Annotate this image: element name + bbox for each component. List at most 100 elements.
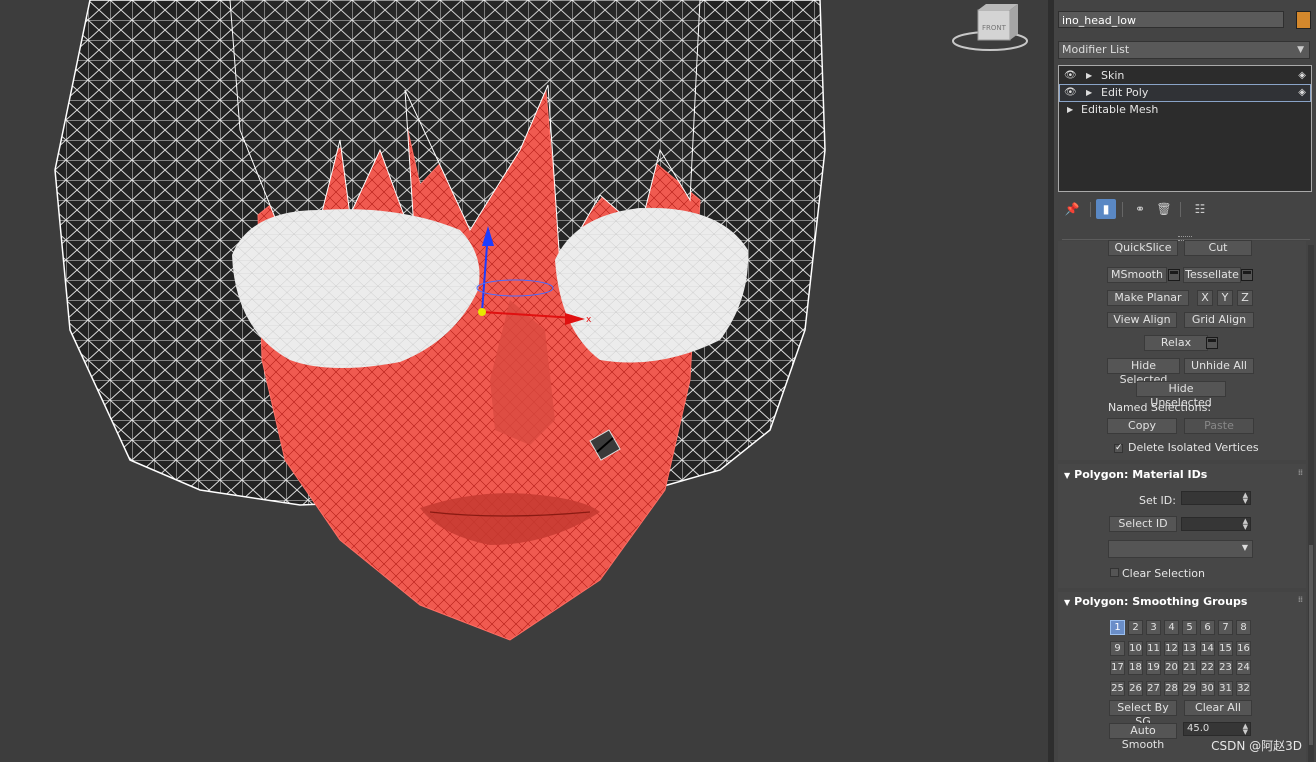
smoothing-group-button[interactable]: 4 — [1164, 620, 1179, 635]
drag-handle-icon[interactable]: ⁞⁞ — [1298, 464, 1303, 482]
show-end-result-icon[interactable]: ▮ — [1096, 199, 1116, 219]
viewcube[interactable]: FRONT — [952, 4, 1028, 51]
relax-button[interactable]: Relax — [1144, 335, 1208, 351]
smoothing-group-button[interactable]: 20 — [1164, 660, 1179, 675]
material-name-dropdown[interactable]: ▼ — [1108, 540, 1253, 558]
material-ids-header[interactable]: ▼ Polygon: Material IDs ⁞⁞ — [1058, 466, 1306, 484]
stack-item-label: Editable Mesh — [1081, 103, 1159, 116]
smoothing-group-button[interactable]: 22 — [1200, 660, 1215, 675]
smoothing-group-button[interactable]: 3 — [1146, 620, 1161, 635]
smoothing-group-button[interactable]: 26 — [1128, 681, 1143, 696]
object-name-field[interactable]: ino_head_low — [1058, 11, 1284, 28]
collapse-triangle-icon: ▼ — [1064, 471, 1071, 480]
smoothing-group-button[interactable]: 14 — [1200, 641, 1215, 656]
smoothing-group-button[interactable]: 2 — [1128, 620, 1143, 635]
stack-item-editable-mesh[interactable]: ▶ Editable Mesh — [1060, 102, 1310, 118]
auto-smooth-threshold-spinner[interactable]: 45.0 ▲ ▼ — [1183, 722, 1251, 736]
chevron-down-icon: ▼ — [1297, 45, 1304, 55]
select-by-sg-button[interactable]: Select By SG — [1109, 700, 1177, 728]
smoothing-group-button[interactable]: 28 — [1164, 681, 1179, 696]
spinner-arrows-icon[interactable]: ▲ ▼ — [1243, 518, 1248, 531]
smoothing-group-button[interactable]: 7 — [1218, 620, 1233, 635]
smoothing-group-button[interactable]: 30 — [1200, 681, 1215, 696]
relax-settings-icon[interactable] — [1206, 337, 1218, 349]
expand-triangle-icon[interactable]: ▶ — [1086, 85, 1092, 101]
planar-y-button[interactable]: Y — [1217, 290, 1233, 306]
spinner-arrows-icon[interactable]: ▲ ▼ — [1243, 492, 1248, 505]
pin-stack-icon[interactable]: 📌 — [1062, 199, 1082, 219]
copy-button[interactable]: Copy — [1107, 418, 1177, 434]
smoothing-group-button[interactable]: 6 — [1200, 620, 1215, 635]
cut-button[interactable]: Cut — [1184, 240, 1252, 256]
smoothing-group-button[interactable]: 8 — [1236, 620, 1251, 635]
smoothing-group-button[interactable]: 31 — [1218, 681, 1233, 696]
smoothing-group-button[interactable]: 29 — [1182, 681, 1197, 696]
paste-button[interactable]: Paste — [1184, 418, 1254, 434]
smoothing-group-button[interactable]: 27 — [1146, 681, 1161, 696]
scrollbar-thumb[interactable] — [1309, 545, 1313, 745]
make-planar-button[interactable]: Make Planar — [1107, 290, 1189, 306]
smoothing-group-button[interactable]: 25 — [1110, 681, 1125, 696]
smoothing-group-button[interactable]: 32 — [1236, 681, 1251, 696]
delete-isolated-checkbox[interactable]: ✓ — [1114, 444, 1123, 453]
smoothing-group-button[interactable]: 17 — [1110, 660, 1125, 675]
modifier-list-dropdown[interactable]: Modifier List ▼ — [1058, 41, 1310, 59]
stack-item-skin[interactable]: 👁 ▶ Skin ◈ — [1060, 68, 1310, 84]
trash-icon[interactable]: 🗑 — [1154, 199, 1174, 219]
modifier-stack[interactable]: 👁 ▶ Skin ◈ 👁 ▶ Edit Poly ◈ ▶ Editable Me… — [1058, 65, 1312, 192]
view-align-button[interactable]: View Align — [1107, 312, 1177, 328]
msmooth-settings-icon[interactable] — [1168, 269, 1180, 281]
smoothing-group-button[interactable]: 18 — [1128, 660, 1143, 675]
select-id-button[interactable]: Select ID — [1109, 516, 1177, 532]
smoothing-group-button[interactable]: 24 — [1236, 660, 1251, 675]
stack-item-label: Edit Poly — [1101, 86, 1149, 99]
smoothing-group-button[interactable]: 5 — [1182, 620, 1197, 635]
toolbar-divider — [1122, 202, 1123, 217]
select-id-spinner[interactable]: ▲ ▼ — [1181, 517, 1251, 531]
smoothing-group-button[interactable]: 1 — [1110, 620, 1125, 635]
clear-all-button[interactable]: Clear All — [1184, 700, 1252, 716]
drag-handle-icon[interactable]: ⁞⁞ — [1298, 591, 1303, 609]
make-unique-icon[interactable]: ⚭ — [1130, 199, 1150, 219]
smoothing-group-button[interactable]: 12 — [1164, 641, 1179, 656]
tessellate-button[interactable]: Tessellate — [1183, 267, 1241, 283]
smoothing-group-button[interactable]: 23 — [1218, 660, 1233, 675]
smoothing-groups-header[interactable]: ▼ Polygon: Smoothing Groups ⁞⁞ — [1058, 593, 1306, 611]
eye-icon[interactable]: 👁 — [1064, 68, 1078, 84]
eye-icon[interactable]: 👁 — [1064, 85, 1078, 101]
smoothing-group-button[interactable]: 15 — [1218, 641, 1233, 656]
expand-triangle-icon[interactable]: ▶ — [1086, 68, 1092, 84]
spinner-arrows-icon[interactable]: ▲ ▼ — [1243, 723, 1248, 736]
configure-sets-icon[interactable]: ☷ — [1190, 199, 1210, 219]
smoothing-group-button[interactable]: 16 — [1236, 641, 1251, 656]
smoothing-group-button[interactable]: 13 — [1182, 641, 1197, 656]
rollout-title: Polygon: Smoothing Groups — [1074, 595, 1248, 608]
planar-z-button[interactable]: Z — [1237, 290, 1253, 306]
clear-selection-checkbox[interactable] — [1110, 568, 1119, 577]
smoothing-group-button[interactable]: 19 — [1146, 660, 1161, 675]
smoothing-group-button[interactable]: 10 — [1128, 641, 1143, 656]
svg-text:x: x — [586, 315, 592, 325]
panel-scrollbar[interactable] — [1308, 245, 1314, 762]
expand-triangle-icon[interactable]: ▶ — [1067, 102, 1073, 118]
unhide-all-button[interactable]: Unhide All — [1184, 358, 1254, 374]
smoothing-group-button[interactable]: 9 — [1110, 641, 1125, 656]
hide-selected-button[interactable]: Hide Selected — [1107, 358, 1180, 386]
msmooth-button[interactable]: MSmooth — [1107, 267, 1167, 283]
rollout-edit-geometry: QuickSlice Cut MSmooth Tessellate Make P… — [1058, 240, 1306, 460]
threshold-value: 45.0 — [1187, 723, 1210, 734]
planar-x-button[interactable]: X — [1197, 290, 1213, 306]
smoothing-group-button[interactable]: 21 — [1182, 660, 1197, 675]
auto-smooth-button[interactable]: Auto Smooth — [1109, 723, 1177, 751]
tessellate-settings-icon[interactable] — [1241, 269, 1253, 281]
stack-item-edit-poly[interactable]: 👁 ▶ Edit Poly ◈ — [1059, 84, 1311, 102]
grid-align-button[interactable]: Grid Align — [1184, 312, 1254, 328]
hide-unselected-button[interactable]: Hide Unselected — [1136, 381, 1226, 409]
toolbar-divider — [1090, 202, 1091, 217]
viewport-perspective[interactable]: x FRONT — [0, 0, 1048, 762]
chevron-down-icon: ▼ — [1241, 543, 1248, 552]
object-color-swatch[interactable] — [1296, 11, 1311, 29]
quickslice-button[interactable]: QuickSlice — [1108, 240, 1178, 256]
smoothing-group-button[interactable]: 11 — [1146, 641, 1161, 656]
set-id-spinner[interactable]: ▲ ▼ — [1181, 491, 1251, 505]
